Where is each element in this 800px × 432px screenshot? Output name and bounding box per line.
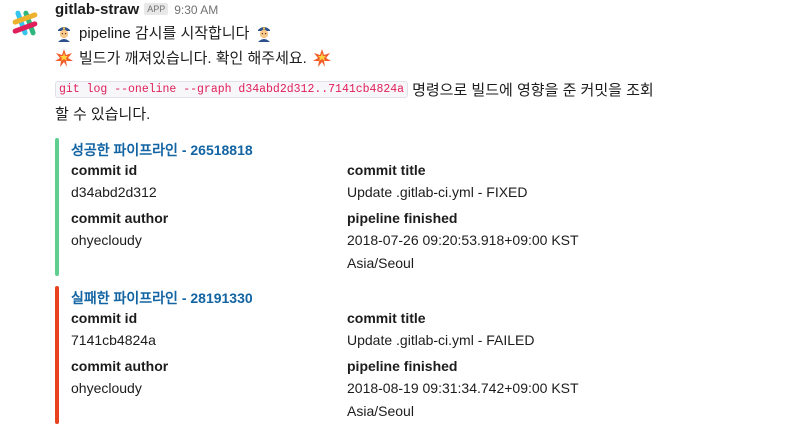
command-explanation-text-continued: 할 수 있습니다. (55, 106, 151, 123)
attachment-title-link[interactable]: 성공한 파이프라인 - 26518818 (71, 140, 253, 160)
field-title: pipeline finished (347, 358, 458, 374)
message-line-3: git log --oneline --graph d34abd2d312..7… (55, 79, 654, 100)
slack-hash-logo-icon[interactable] (8, 6, 42, 40)
attachment-title-link[interactable]: 실패한 파이프라인 - 28191330 (71, 288, 253, 308)
pipeline-attachment-success: 성공한 파이프라인 - 26518818 commit id d34abd2d3… (55, 138, 755, 276)
attachment-color-bar (55, 286, 59, 424)
field-title: commit id (71, 162, 138, 178)
field-title: pipeline finished (347, 210, 458, 226)
command-explanation-text: 명령으로 빌드에 영향을 준 커밋을 조회 (412, 82, 654, 99)
police-officer-icon (55, 24, 73, 42)
message-timestamp[interactable]: 9:30 AM (174, 3, 218, 17)
message-line-1: pipeline 감시를 시작합니다 (55, 22, 273, 43)
pipeline-finished-value: 2018-07-26 09:20:53.918+09:00 KST (347, 232, 579, 248)
field-title: commit author (71, 210, 169, 226)
field-title: commit id (71, 310, 138, 326)
attachment-color-bar (55, 138, 59, 276)
commit-author-value: ohyecloudy (71, 232, 142, 248)
pipeline-finished-value: 2018-08-19 09:31:34.742+09:00 KST (347, 380, 579, 396)
message-line-2: 빌드가 깨져있습니다. 확인 해주세요. (55, 47, 331, 68)
sender-name[interactable]: gitlab-straw (55, 1, 139, 18)
commit-title-value: Update .gitlab-ci.yml - FAILED (347, 332, 535, 348)
message-header: gitlab-straw APP 9:30 AM (55, 1, 218, 21)
pipeline-attachment-failure: 실패한 파이프라인 - 28191330 commit id 7141cb482… (55, 286, 755, 424)
commit-id-value: 7141cb4824a (71, 332, 156, 348)
git-command-code[interactable]: git log --oneline --graph d34abd2d312..7… (55, 81, 409, 98)
police-officer-icon (255, 24, 273, 42)
build-broken-text: 빌드가 깨져있습니다. 확인 해주세요. (79, 50, 307, 67)
app-badge: APP (144, 3, 169, 15)
commit-id-value: d34abd2d312 (71, 184, 157, 200)
field-title: commit title (347, 162, 426, 178)
message-line-4: 할 수 있습니다. (55, 103, 150, 124)
pipeline-finished-timezone: Asia/Seoul (347, 255, 414, 271)
commit-author-value: ohyecloudy (71, 380, 142, 396)
field-title: commit title (347, 310, 426, 326)
commit-title-value: Update .gitlab-ci.yml - FIXED (347, 184, 528, 200)
pipeline-finished-timezone: Asia/Seoul (347, 403, 414, 419)
field-title: commit author (71, 358, 169, 374)
collision-icon (312, 48, 331, 67)
collision-icon (55, 48, 73, 67)
pipeline-start-text: pipeline 감시를 시작합니다 (79, 25, 250, 42)
